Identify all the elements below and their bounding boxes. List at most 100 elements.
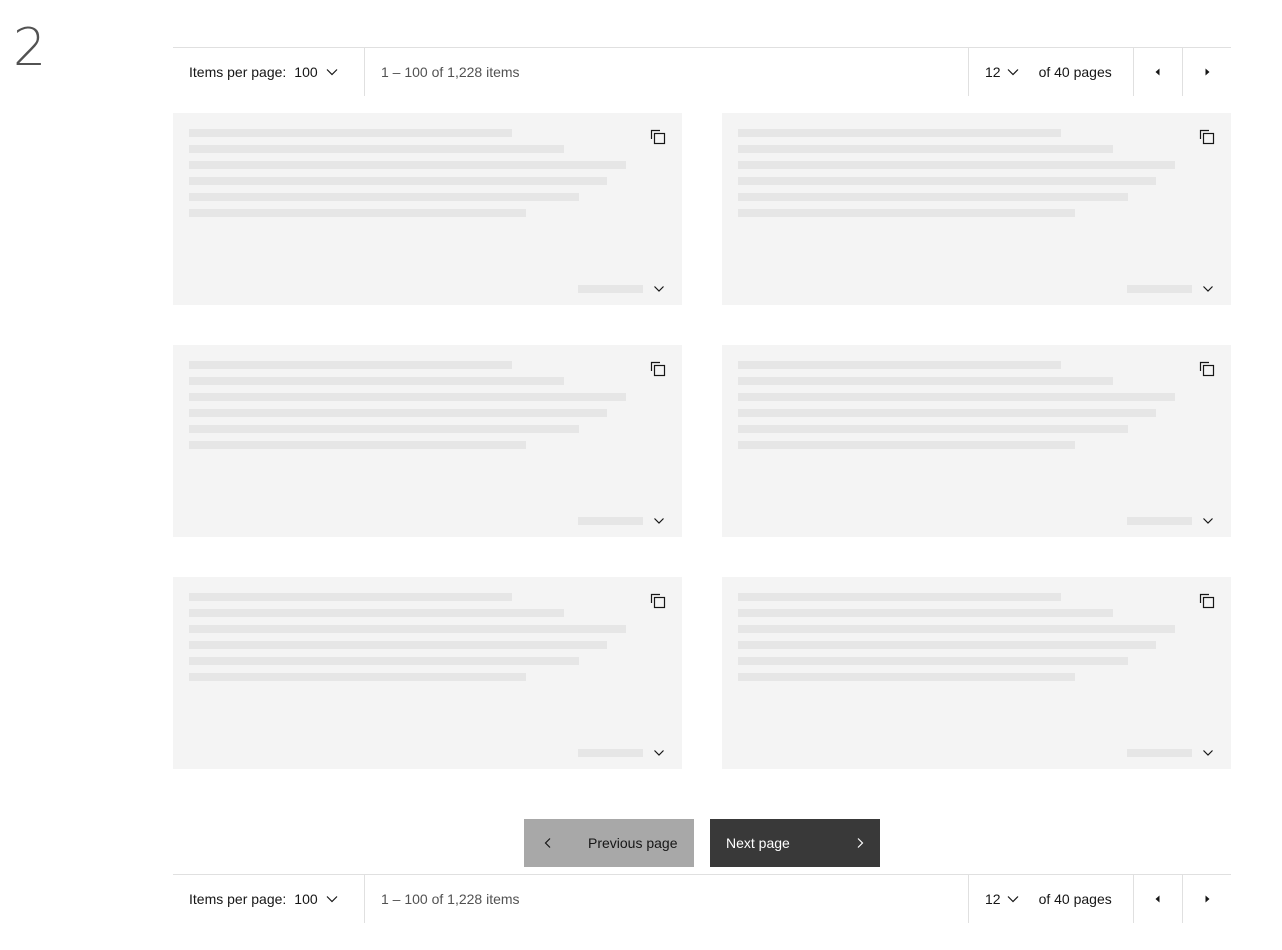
code-snippet-card <box>722 113 1231 305</box>
caret-left-icon <box>1155 68 1160 76</box>
current-page-value[interactable]: 12 <box>985 64 1001 80</box>
skeleton-show-more <box>578 749 643 757</box>
code-snippet-card <box>173 345 682 537</box>
previous-page-label: Previous page <box>588 835 678 851</box>
skeleton-show-more <box>578 285 643 293</box>
skeleton-line <box>189 377 564 385</box>
items-per-page-select[interactable]: Items per page: 100 <box>173 48 365 96</box>
caret-right-icon <box>1205 895 1210 903</box>
items-per-page-value[interactable]: 100 <box>294 64 317 80</box>
chevron-down-icon <box>1007 66 1019 78</box>
code-snippet-card <box>173 577 682 769</box>
copy-button[interactable] <box>650 361 666 377</box>
page-number-select[interactable]: 12 of 40 pages <box>968 875 1133 923</box>
section-number: 2 <box>13 18 47 78</box>
skeleton-line <box>738 161 1175 169</box>
expand-button[interactable] <box>653 515 665 527</box>
skeleton-line <box>189 361 512 369</box>
items-per-page-label: Items per page: <box>189 64 287 80</box>
copy-button[interactable] <box>1199 129 1215 145</box>
pagination-top: Items per page: 100 1 – 100 of 1,228 ite… <box>173 47 1231 96</box>
total-pages-text: of 40 pages <box>1038 891 1112 907</box>
item-range-text: 1 – 100 of 1,228 items <box>381 891 520 907</box>
page-nav-buttons: Previous page Next page <box>524 819 880 867</box>
skeleton-line <box>189 625 626 633</box>
skeleton-line <box>738 593 1061 601</box>
item-range-text: 1 – 100 of 1,228 items <box>381 64 520 80</box>
skeleton-line <box>738 145 1113 153</box>
current-page-value[interactable]: 12 <box>985 891 1001 907</box>
skeleton-line <box>738 657 1128 665</box>
expand-button[interactable] <box>1202 283 1214 295</box>
skeleton-line <box>189 609 564 617</box>
next-page-nav-button[interactable]: Next page <box>710 819 880 867</box>
copy-icon <box>650 361 666 377</box>
skeleton-line <box>189 177 607 185</box>
copy-icon <box>650 129 666 145</box>
skeleton-line <box>738 425 1128 433</box>
total-pages-text: of 40 pages <box>1038 64 1112 80</box>
skeleton-line <box>738 129 1061 137</box>
copy-icon <box>1199 361 1215 377</box>
copy-button[interactable] <box>650 593 666 609</box>
skeleton-show-more <box>1127 749 1192 757</box>
code-snippet-grid <box>173 113 1231 769</box>
skeleton-line <box>189 145 564 153</box>
chevron-left-icon <box>542 837 554 849</box>
skeleton-line <box>189 641 607 649</box>
skeleton-line <box>738 441 1075 449</box>
previous-page-nav-button[interactable]: Previous page <box>524 819 694 867</box>
next-page-button[interactable] <box>1182 48 1231 96</box>
chevron-down-icon <box>1203 750 1213 756</box>
copy-button[interactable] <box>1199 361 1215 377</box>
chevron-down-icon <box>1203 286 1213 292</box>
items-per-page-select[interactable]: Items per page: 100 <box>173 875 365 923</box>
next-page-button[interactable] <box>1182 875 1231 923</box>
chevron-down-icon <box>654 750 664 756</box>
chevron-down-icon <box>654 518 664 524</box>
copy-button[interactable] <box>650 129 666 145</box>
code-snippet-card <box>722 345 1231 537</box>
expand-button[interactable] <box>1202 747 1214 759</box>
chevron-down-icon <box>1007 893 1019 905</box>
skeleton-line <box>738 193 1128 201</box>
chevron-down-icon <box>1203 518 1213 524</box>
code-snippet-card <box>173 113 682 305</box>
skeleton-line <box>189 393 626 401</box>
expand-button[interactable] <box>1202 515 1214 527</box>
copy-icon <box>650 593 666 609</box>
previous-page-button[interactable] <box>1133 875 1182 923</box>
skeleton-line <box>189 409 607 417</box>
skeleton-line <box>738 393 1175 401</box>
skeleton-line <box>189 209 526 217</box>
skeleton-line <box>189 593 512 601</box>
chevron-right-icon <box>854 837 866 849</box>
skeleton-show-more <box>578 517 643 525</box>
skeleton-line <box>189 193 579 201</box>
chevron-down-icon <box>326 893 338 905</box>
previous-page-button[interactable] <box>1133 48 1182 96</box>
copy-button[interactable] <box>1199 593 1215 609</box>
chevron-down-icon <box>654 286 664 292</box>
skeleton-line <box>738 609 1113 617</box>
skeleton-line <box>738 209 1075 217</box>
skeleton-show-more <box>1127 517 1192 525</box>
pagination-bottom: Items per page: 100 1 – 100 of 1,228 ite… <box>173 874 1231 923</box>
expand-button[interactable] <box>653 283 665 295</box>
next-page-label: Next page <box>726 835 790 851</box>
skeleton-line <box>189 673 526 681</box>
skeleton-line <box>189 441 526 449</box>
skeleton-line <box>738 641 1156 649</box>
skeleton-line <box>189 657 579 665</box>
skeleton-line <box>189 161 626 169</box>
items-per-page-label: Items per page: <box>189 891 287 907</box>
page-number-select[interactable]: 12 of 40 pages <box>968 48 1133 96</box>
copy-icon <box>1199 129 1215 145</box>
skeleton-line <box>738 377 1113 385</box>
skeleton-line <box>189 129 512 137</box>
items-per-page-value[interactable]: 100 <box>294 891 317 907</box>
skeleton-show-more <box>1127 285 1192 293</box>
skeleton-line <box>189 425 579 433</box>
expand-button[interactable] <box>653 747 665 759</box>
skeleton-line <box>738 361 1061 369</box>
